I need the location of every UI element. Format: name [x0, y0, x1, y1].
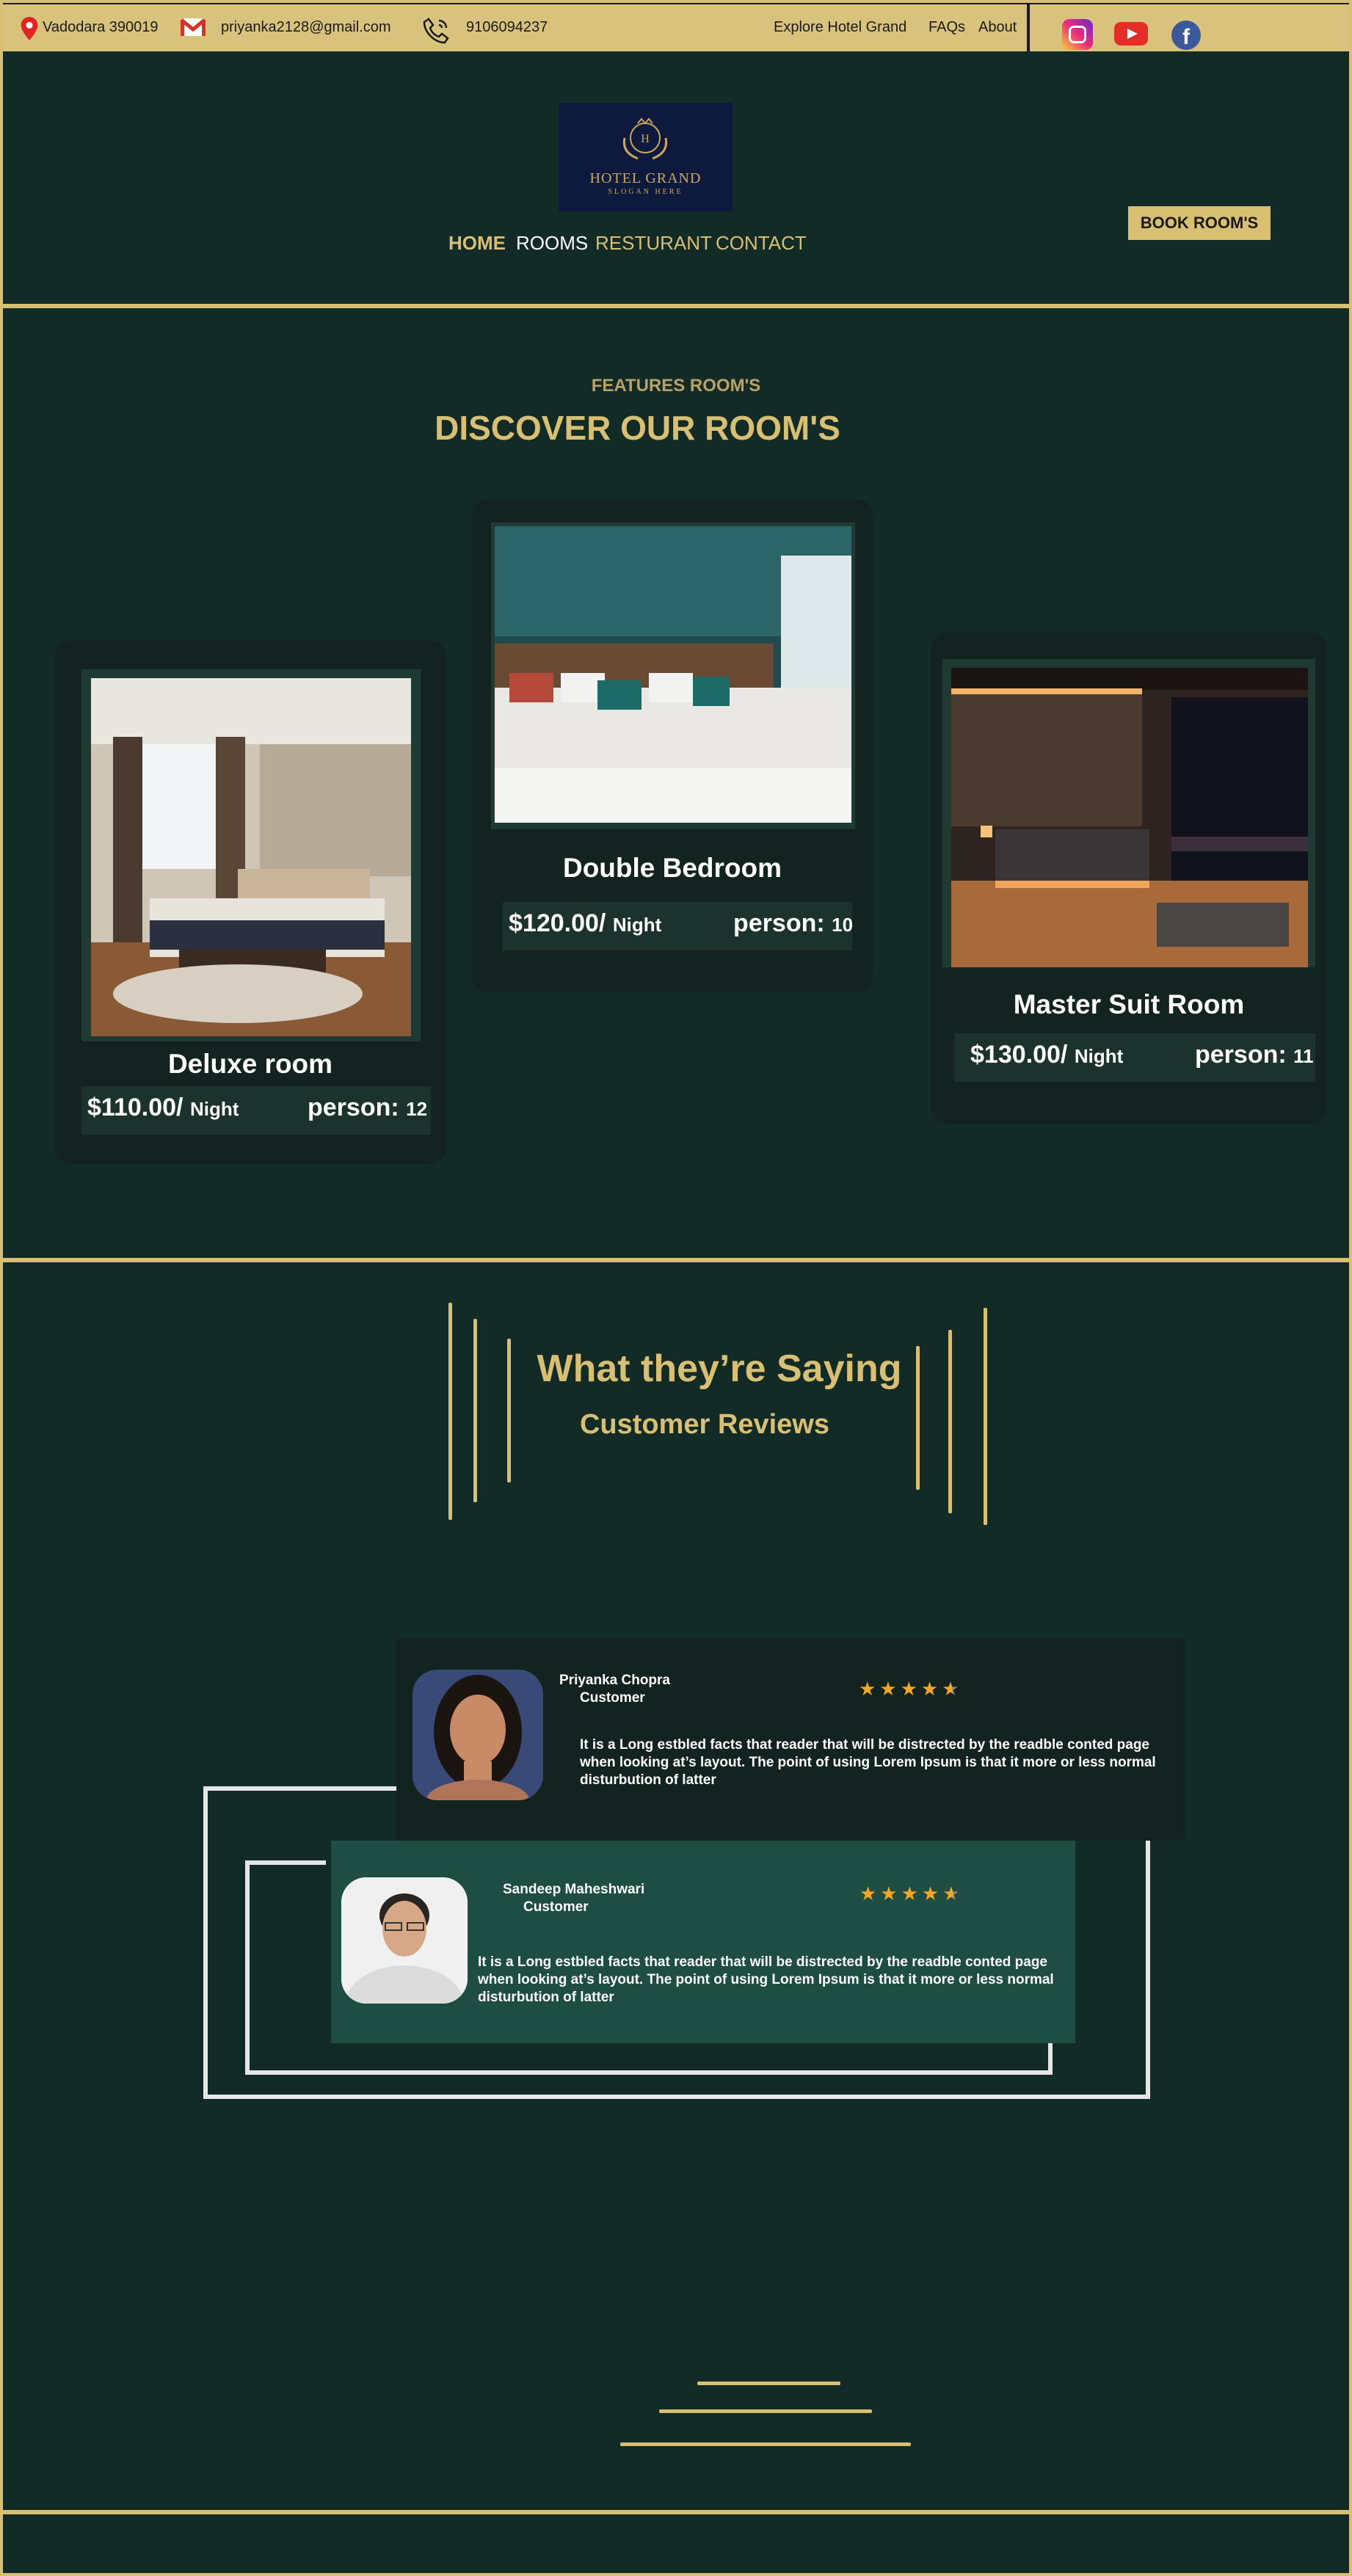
room-price: $120.00/ Night — [509, 909, 662, 937]
room-person: person: 10 — [733, 909, 854, 937]
phone-link[interactable]: 9106094237 — [466, 19, 548, 36]
rating-stars: ★★★★★ — [859, 1882, 964, 1904]
reviews-title: What they’re Saying — [537, 1347, 902, 1390]
facebook-icon[interactable]: f — [1171, 21, 1201, 50]
gmail-icon[interactable] — [179, 15, 207, 40]
decor-line — [473, 1319, 477, 1502]
hotel-logo[interactable]: H HOTEL GRAND SLOGAN HERE — [559, 103, 733, 211]
youtube-icon[interactable] — [1114, 22, 1148, 46]
room-photo-frame — [942, 659, 1315, 967]
section-title: DISCOVER OUR ROOM'S — [435, 409, 840, 447]
room-name: Double Bedroom — [562, 853, 782, 883]
room-name: Deluxe room — [167, 1049, 333, 1079]
frame-line — [203, 1786, 208, 2099]
decor-line — [697, 2382, 840, 2385]
nav-home[interactable]: HOME — [448, 232, 506, 255]
room-price-row: $110.00/ Night person: 12 — [81, 1086, 431, 1135]
logo-slogan: SLOGAN HERE — [608, 188, 683, 196]
rooms-divider — [0, 1258, 1352, 1262]
room-card-master[interactable]: Master Suit Room $130.00/ Night person: … — [931, 633, 1327, 1124]
room-person: person: 12 — [308, 1094, 428, 1121]
book-rooms-button[interactable]: BOOK ROOM'S — [1128, 206, 1271, 240]
star-icon-half: ★ — [942, 1678, 963, 1700]
reviews-subtitle: Customer Reviews — [579, 1409, 829, 1440]
room-card-deluxe[interactable]: Deluxe room $110.00/ Night person: 12 — [54, 641, 446, 1164]
decor-line — [507, 1339, 511, 1482]
room-photo-frame — [491, 523, 855, 829]
frame-line — [203, 2095, 1150, 2099]
frame-line — [203, 1786, 398, 1791]
reviewer-name: Sandeep Maheshwari — [503, 1882, 645, 1897]
frame-line — [245, 2070, 1053, 2075]
avatar — [341, 1877, 468, 2004]
nav-contact[interactable]: CONTACT — [716, 232, 807, 255]
decor-line — [984, 1308, 987, 1525]
room-photo-frame — [81, 669, 421, 1041]
master-room-photo — [951, 668, 1308, 967]
deluxe-room-photo — [91, 678, 411, 1036]
location-pin-icon — [21, 17, 38, 40]
reviewer-photo — [412, 1670, 543, 1800]
top-bar: Vadodara 390019 priyanka2128@gmail.com 9… — [0, 0, 1352, 51]
review-card: Sandeep Maheshwari Customer ★★★★★ It is … — [331, 1841, 1075, 2043]
email-link[interactable]: priyanka2128@gmail.com — [221, 19, 391, 36]
room-price-row: $130.00/ Night person: 11 — [954, 1033, 1315, 1082]
footer-divider — [0, 2510, 1352, 2514]
room-price-row: $120.00/ Night person: 10 — [503, 902, 854, 950]
faqs-link[interactable]: FAQs — [928, 19, 965, 36]
star-icon-half: ★ — [942, 1882, 964, 1904]
frame-line — [245, 1860, 326, 1865]
crest-icon: H — [622, 117, 668, 160]
frame-line — [1048, 2040, 1053, 2075]
topbar-divider — [1027, 4, 1030, 51]
frame-line — [245, 1860, 250, 2075]
reviewer-photo — [341, 1877, 468, 2004]
frame-line — [1146, 1835, 1150, 2099]
phone-icon — [423, 18, 449, 44]
decor-line — [620, 2442, 911, 2446]
reviewer-role: Customer — [523, 1899, 589, 1915]
reviewer-role: Customer — [580, 1690, 645, 1706]
header-divider — [0, 304, 1352, 308]
room-person: person: 11 — [1195, 1041, 1314, 1069]
decor-line — [948, 1330, 952, 1513]
room-name: Master Suit Room — [1013, 989, 1245, 1019]
reviewer-name: Priyanka Chopra — [559, 1673, 670, 1688]
instagram-icon[interactable] — [1062, 19, 1093, 50]
explore-link[interactable]: Explore Hotel Grand — [774, 19, 906, 36]
review-text: It is a Long estbled facts that reader t… — [478, 1954, 1054, 2005]
decor-line — [448, 1303, 452, 1520]
svg-text:H: H — [641, 133, 650, 145]
rating-stars: ★★★★★ — [859, 1678, 963, 1700]
section-eyebrow: FEATURES ROOM'S — [591, 376, 761, 396]
room-card-double[interactable]: Double Bedroom $120.00/ Night person: 10 — [472, 499, 873, 992]
location-text: Vadodara 390019 — [43, 19, 159, 35]
room-price: $130.00/ Night — [970, 1041, 1124, 1069]
about-link[interactable]: About — [978, 19, 1017, 36]
review-text: It is a Long estbled facts that reader t… — [580, 1737, 1156, 1788]
double-room-photo — [495, 526, 851, 823]
avatar — [412, 1670, 543, 1800]
logo-name: HOTEL GRAND — [589, 170, 702, 186]
review-card: Priyanka Chopra Customer ★★★★★ It is a L… — [396, 1638, 1185, 1841]
room-price: $110.00/ Night — [87, 1094, 239, 1121]
decor-line — [659, 2409, 872, 2413]
nav-rooms[interactable]: ROOMS — [516, 232, 588, 255]
nav-restaurant[interactable]: RESTURANT — [595, 232, 712, 255]
